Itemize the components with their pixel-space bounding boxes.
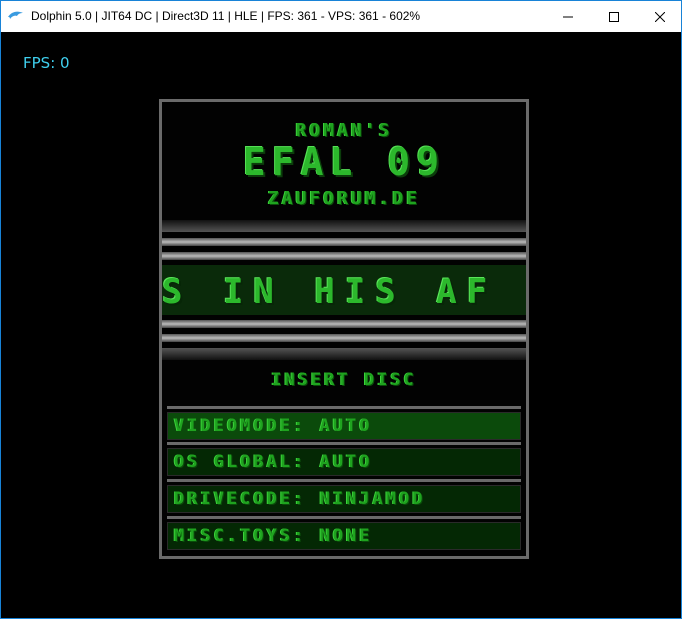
stripe-divider bbox=[162, 320, 526, 328]
window-title: Dolphin 5.0 | JIT64 DC | Direct3D 11 | H… bbox=[31, 9, 421, 23]
option-videomode[interactable]: VIDEOMODE: AUTO bbox=[167, 412, 521, 440]
game-render-area[interactable]: FPS: 0 ROMAN'S EFAL 09 ZAUFORUM.DE S IN … bbox=[1, 32, 681, 618]
minimize-button[interactable] bbox=[545, 1, 591, 32]
dolphin-window: Dolphin 5.0 | JIT64 DC | Direct3D 11 | H… bbox=[0, 0, 682, 619]
banner-title-line1: ROMAN'S bbox=[295, 120, 393, 141]
scroller-text: S IN HIS AF bbox=[162, 272, 498, 312]
stripe-divider bbox=[162, 252, 526, 260]
banner-title-line2: EFAL 09 bbox=[242, 140, 446, 184]
maximize-icon bbox=[609, 11, 619, 22]
stripe-divider bbox=[162, 348, 526, 360]
option-divider bbox=[167, 516, 521, 519]
option-divider bbox=[167, 479, 521, 482]
close-icon bbox=[655, 11, 665, 22]
insert-disc-label: INSERT DISC bbox=[271, 370, 417, 390]
stripe-divider bbox=[162, 238, 526, 246]
option-os-global[interactable]: OS GLOBAL: AUTO bbox=[167, 448, 521, 476]
title-bar[interactable]: Dolphin 5.0 | JIT64 DC | Direct3D 11 | H… bbox=[1, 1, 681, 32]
option-drivecode[interactable]: DRIVECODE: NINJAMOD bbox=[167, 485, 521, 513]
option-divider bbox=[167, 406, 521, 409]
dolphin-icon bbox=[7, 8, 25, 24]
stripe-divider bbox=[162, 220, 526, 232]
minimize-icon bbox=[563, 16, 573, 17]
menu-panel: ROMAN'S EFAL 09 ZAUFORUM.DE S IN HIS AF … bbox=[159, 99, 529, 559]
close-button[interactable] bbox=[637, 1, 682, 32]
maximize-button[interactable] bbox=[591, 1, 637, 32]
stripe-divider bbox=[162, 334, 526, 342]
option-divider bbox=[167, 442, 521, 445]
fps-counter: FPS: 0 bbox=[23, 54, 70, 72]
option-misc-toys[interactable]: MISC.TOYS: NONE bbox=[167, 522, 521, 550]
banner-title-line3: ZAUFORUM.DE bbox=[267, 188, 421, 209]
